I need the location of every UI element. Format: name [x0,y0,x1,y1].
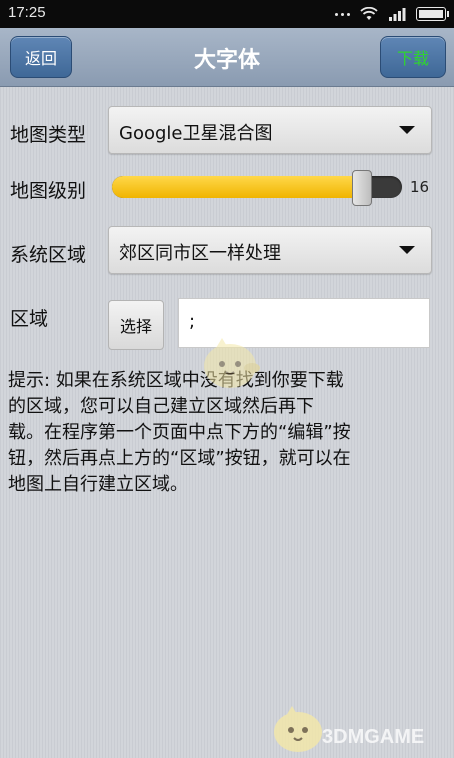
status-icons [335,4,449,24]
more-dots-icon [335,12,350,16]
region-label: 区域 [10,308,49,330]
dropdown-arrow-icon [399,126,415,134]
map-level-label: 地图级别 [10,180,87,202]
watermark-text: 3DMGAME [322,726,425,748]
signal-icon [389,8,406,21]
map-level-slider-fill [112,176,362,198]
download-button[interactable]: 下载 [380,36,446,78]
map-type-value: Google卫星混合图 [119,123,273,144]
status-time: 17:25 [8,4,46,21]
dropdown-arrow-icon [399,246,415,254]
wifi-icon [360,7,378,20]
system-region-value: 郊区同市区一样处理 [119,243,281,264]
map-level-value: 16 [410,178,430,196]
system-region-spinner[interactable]: 郊区同市区一样处理 [108,226,432,274]
map-type-spinner[interactable]: Google卫星混合图 [108,106,432,154]
title-bar: 返回 大字体 下载 [0,28,454,87]
status-bar: 17:25 [0,0,454,28]
battery-icon [416,7,449,21]
system-region-label: 系统区域 [10,244,87,266]
map-type-label: 地图类型 [10,124,87,146]
watermark-mascot-icon [204,338,260,388]
select-region-button[interactable]: 选择 [108,300,164,350]
map-level-slider-thumb[interactable] [352,170,373,206]
